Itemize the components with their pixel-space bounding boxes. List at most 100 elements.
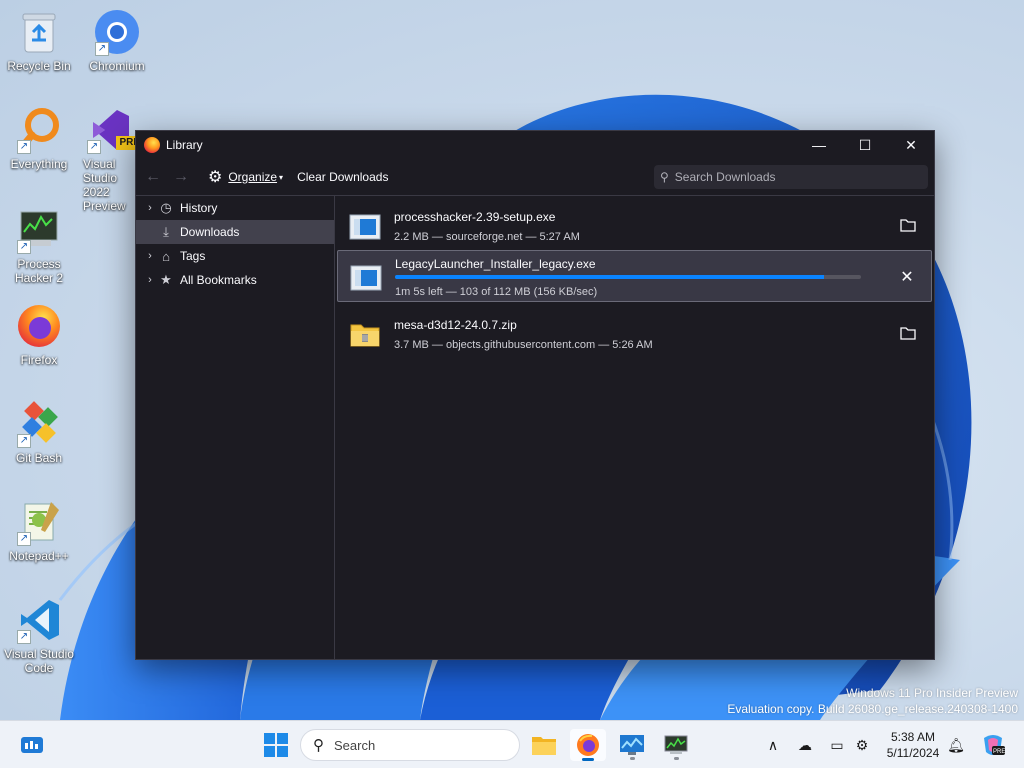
desktop-icon-label: Chromium [89,59,145,73]
search-downloads-input[interactable] [674,170,905,184]
close-button[interactable]: ✕ [888,131,934,159]
gear-icon: ⚙ [208,169,223,186]
downloads-list: processhacker-2.39-setup.exe 2.2 MB — so… [335,196,934,659]
windows-watermark-line2: Evaluation copy. Build 26080.ge_release.… [727,702,1018,716]
exe-file-icon [350,265,382,291]
desktop-icon-vscode[interactable]: ↗ Visual Studio Code [1,596,77,675]
desktop-icon-notepadpp[interactable]: ↗ Notepad++ [1,498,77,563]
windows-logo-icon [264,733,288,757]
shortcut-arrow-icon: ↗ [17,240,31,254]
desktop-icon-label: Process Hacker 2 [14,257,64,285]
sidebar-item-downloads[interactable]: ⤓ Downloads [136,220,334,244]
chevron-down-icon: ▾ [279,172,284,182]
maximize-button[interactable]: ☐ [842,131,888,159]
sidebar-item-label: Tags [180,249,206,263]
download-filename: processhacker-2.39-setup.exe [394,210,556,224]
shortcut-arrow-icon: ↗ [95,42,109,56]
cancel-download-button[interactable]: ✕ [897,267,917,287]
download-status: 3.7 MB — objects.githubusercontent.com —… [394,339,653,351]
chromium-icon: ↗ [93,8,141,56]
desktop-icon-git-bash[interactable]: ↗ Git Bash [1,400,77,465]
firefox-icon [15,302,63,350]
download-status: 2.2 MB — sourceforge.net — 5:27 AM [394,231,580,243]
shortcut-arrow-icon: ↗ [17,630,31,644]
sidebar-item-label: Downloads [180,225,240,239]
cloud-off-icon[interactable]: ☁ [795,735,815,755]
desktop-icon-firefox[interactable]: Firefox [1,302,77,367]
chevron-right-icon[interactable]: › [144,250,156,262]
search-downloads-box[interactable]: ⚲ [654,165,928,189]
widgets-button[interactable] [20,735,44,755]
shortcut-arrow-icon: ↗ [17,140,31,154]
desktop-icon-recycle-bin[interactable]: Recycle Bin [1,8,77,73]
desktop-icon-label: Notepad++ [9,549,69,563]
title-bar[interactable]: Library — ☐ ✕ [136,131,934,159]
organize-label: Organize [228,170,278,184]
taskbar-search-box[interactable]: ⚲ Search [300,729,520,761]
desktop-icon-label: Visual Studio 2022 Preview [83,157,126,213]
progress-fill [395,275,824,279]
display-icon[interactable]: ▭ [827,735,847,755]
recycle-bin-icon [15,8,63,56]
taskbar-search-placeholder: Search [334,737,376,753]
clear-downloads-button[interactable]: Clear Downloads [297,170,388,184]
git-bash-icon: ↗ [15,400,63,448]
download-item-active[interactable]: LegacyLauncher_Installer_legacy.exe 1m 5… [337,250,932,302]
taskbar-clock[interactable]: 5:38 AM 5/11/2024 [880,729,946,761]
back-button[interactable]: ← [142,168,164,186]
download-progress-bar [395,275,861,279]
vscode-icon: ↗ [15,596,63,644]
sidebar-item-tags[interactable]: › ⌂ Tags [136,244,334,268]
window-title: Library [166,138,203,152]
open-folder-button[interactable] [898,323,918,343]
download-filename: LegacyLauncher_Installer_legacy.exe [395,257,596,271]
exe-file-icon [349,214,381,240]
sidebar-item-history[interactable]: › ◷ History [136,196,334,220]
sidebar-item-all-bookmarks[interactable]: › ★ All Bookmarks [136,268,334,292]
copilot-icon[interactable]: PRE [980,732,1006,758]
minimize-button[interactable]: — [796,131,842,159]
chevron-up-icon[interactable]: ∧ [763,735,783,755]
library-sidebar: › ◷ History ⤓ Downloads › ⌂ Tags › ★ All… [136,196,335,659]
organize-button[interactable]: ⚙ Organize ▾ [208,167,283,187]
zip-file-icon [349,322,381,348]
notepadpp-icon: ↗ [15,498,63,546]
firefox-icon [577,734,599,756]
clock-date: 5/11/2024 [886,746,940,760]
desktop-icon-label: Everything [10,157,68,171]
clock-time: 5:38 AM [890,730,936,744]
cancel-icon: ✕ [900,269,914,286]
chevron-right-icon[interactable]: › [144,202,156,214]
taskbar: ⚲ Search ∧ ☁ ▭ ⚙ 5:38 AM 5/11/2024 🔔︎ PR… [0,720,1024,768]
sidebar-item-label: History [180,201,218,215]
desktop-icon-label: Recycle Bin [7,59,71,73]
taskbar-process-hacker[interactable] [658,729,694,761]
search-icon: ⚲ [660,170,669,184]
shortcut-arrow-icon: ↗ [17,434,31,448]
desktop-icon-process-hacker[interactable]: ↗ Process Hacker 2 [1,206,77,285]
svg-text:PRE: PRE [993,749,1005,755]
taskbar-firefox[interactable] [570,729,606,761]
toolbar: ← → ⚙ Organize ▾ Clear Downloads ⚲ [136,159,934,195]
desktop-icon-label: Firefox [20,353,58,367]
monitor-app-icon [620,735,644,755]
download-item[interactable]: mesa-d3d12-24.0.7.zip 3.7 MB — objects.g… [337,308,932,360]
open-folder-button[interactable] [898,215,918,235]
download-item[interactable]: processhacker-2.39-setup.exe 2.2 MB — so… [337,200,932,252]
shortcut-arrow-icon: ↗ [87,140,101,154]
desktop-icon-visual-studio[interactable]: PRE ↗ Visual Studio 2022 Preview [79,106,139,213]
desktop-icon-chromium[interactable]: ↗ Chromium [79,8,155,73]
widgets-icon [21,737,43,753]
tag-icon: ⌂ [162,248,170,264]
bell-icon[interactable]: 🔔︎ [946,735,966,755]
chevron-right-icon[interactable]: › [144,274,156,286]
taskbar-monitor-app[interactable] [614,729,650,761]
taskbar-file-explorer[interactable] [526,729,562,761]
folder-icon [900,327,916,340]
desktop-icon-everything[interactable]: ↗ Everything [1,106,77,171]
start-button[interactable] [264,733,288,757]
star-icon: ★ [160,272,172,287]
forward-button[interactable]: → [170,168,192,186]
sidebar-item-label: All Bookmarks [180,273,257,287]
network-icon[interactable]: ⚙ [852,735,872,755]
